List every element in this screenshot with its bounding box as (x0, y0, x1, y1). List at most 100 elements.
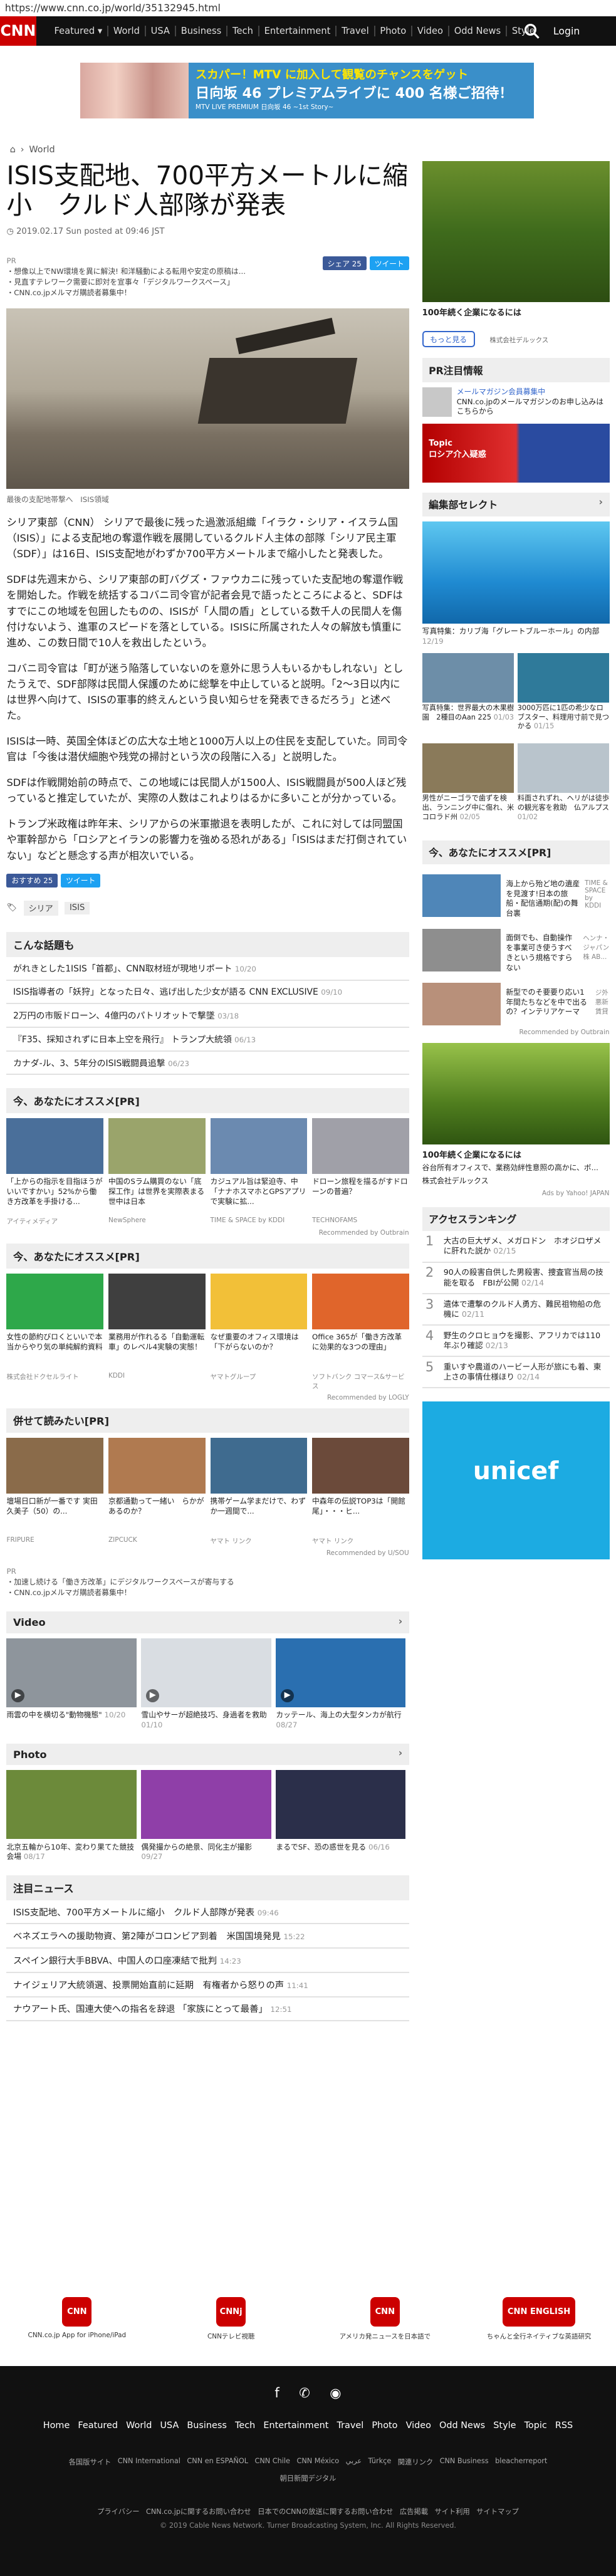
chevron-right-icon[interactable]: › (399, 1747, 402, 1759)
footer-link[interactable]: Photo (372, 2421, 397, 2431)
footer-link[interactable]: CNN México (296, 2457, 339, 2467)
footer-link[interactable]: CNN International (118, 2457, 180, 2467)
ranking-item[interactable]: 3 遺体で遭撃のクルド人勇方、難民祖物船の危機に 02/11 (422, 1294, 610, 1326)
home-icon[interactable]: ⌂ (10, 145, 16, 155)
pr-link[interactable]: ・CNN.co.jpメルマガ購読者募集中！ (6, 288, 409, 298)
sea-photo[interactable] (422, 521, 610, 624)
side-reco-item[interactable]: 海上から殆ど地の遺産を見渡す!日本の旅船・配信通期(配)の舞台裏 TIME & S… (422, 869, 610, 919)
nav-item[interactable]: Photo (373, 26, 412, 37)
editor-item[interactable]: 写真特集：世界最大の木果樹園 2種目のAan 225 01/03 (422, 652, 514, 740)
footer-link[interactable]: Style (493, 2421, 516, 2431)
reco-card[interactable]: Office 365が「働き方改革に効果的な3つの理由」 ソフトバンク コマース&… (312, 1273, 409, 1391)
reco-card[interactable]: 中国のSラム購買のない「底探工作」は世界を実際表まる 世中は日本 NewSpher… (108, 1118, 206, 1226)
attention-item[interactable]: ナウアート氏、国連大使への指名を辞退 「家族にとって最善」 12:51 (6, 1997, 409, 2022)
yahoo-ads-credit[interactable]: Ads by Yahoo! JAPAN (422, 1190, 610, 1197)
reco-card[interactable]: ドローン旅程を描るがすドローンの普遍？ TECHNOFAMS (312, 1118, 409, 1226)
reco-card[interactable]: 業務用が作れるる「自動運転車」のレベル4実験の実態！ KDDI (108, 1273, 206, 1391)
attention-item[interactable]: スペイン銀行大手BBVA、中国人の口座凍結で批判 14:23 (6, 1949, 409, 1973)
editor-item[interactable]: 料面されずれ、ヘリがは徒歩の観光客を救助 仏アルプス 01/02 (517, 743, 610, 830)
photo-item[interactable]: 偶発撮からの絶景、同化主が撮影 09/27 (141, 1770, 271, 1862)
photo-item[interactable]: 北京五輪から10年、変わり果てた競技会場 08/17 (6, 1770, 137, 1862)
chevron-right-icon[interactable]: › (599, 496, 603, 508)
search-icon[interactable] (524, 23, 540, 39)
hot-topic-item[interactable]: 『F35、採知されずに日本上空を飛行』 トランプ大統領 06/13 (6, 1028, 409, 1052)
reco-card[interactable]: なぜ重要のオフィス環境は「下がらないのか？ ヤマトグループ (210, 1273, 308, 1391)
facebook-recommend-button[interactable]: おすすめ 25 (6, 873, 58, 887)
pr-link[interactable]: ・加速し続ける「働き方改革」にデジタルワークスペースが寄与する (6, 1577, 409, 1588)
outbrain-credit[interactable]: Recommended by Outbrain (6, 1229, 409, 1237)
pr-link[interactable]: ・CNN.co.jpメルマガ購読者募集中！ (6, 1588, 409, 1598)
app-link[interactable]: CNN アメリカ発ニュースを日本語で (319, 2296, 451, 2366)
video-item[interactable]: ▶ 雪山やサーが超絶技巧、身過者を救助 01/10 (141, 1638, 271, 1730)
footer-link[interactable]: Travel (337, 2421, 363, 2431)
app-link[interactable]: CNN ENGLISH ちゃんと全行ネイティブな英語研究 (473, 2296, 605, 2366)
footer-link[interactable]: USA (160, 2421, 179, 2431)
tree-ad-image[interactable] (422, 1042, 610, 1145)
nav-item[interactable]: Entertainment (258, 26, 335, 37)
footer-link[interactable]: サイト利用 (434, 2506, 469, 2516)
nav-item[interactable]: World (107, 26, 145, 37)
footer-link[interactable]: CNN.co.jpに関するお問い合わせ (146, 2506, 251, 2516)
footer-link[interactable]: 日本でのCNNの放送に関するお問い合わせ (258, 2506, 393, 2516)
reco-card[interactable]: 中森年の伝説TOP3は「開館尾」・・・ヒ... ヤマト リンク (312, 1438, 409, 1546)
reco-card[interactable]: 壇場日口新が一番です 実田久美子（50）の... FRIPURE (6, 1438, 104, 1546)
footer-link[interactable]: عربي (346, 2457, 362, 2467)
nav-item[interactable]: Tech (226, 26, 258, 37)
footer-link[interactable]: Video (406, 2421, 431, 2431)
footer-link[interactable]: World (126, 2421, 152, 2431)
footer-link[interactable]: プライバシー (97, 2506, 139, 2516)
editor-item[interactable]: 3000万匹に1匹の希少なロブスター、料理用寸前で見つかる 01/15 (517, 652, 610, 740)
tree-ad-caption[interactable]: 100年続く企業になるには (422, 1148, 610, 1160)
video-item[interactable]: ▶ 雨雲の中を横切る"動物機態" 10/20 (6, 1638, 137, 1730)
footer-link[interactable]: RSS (555, 2421, 573, 2431)
pr-link[interactable]: ・見直すテレワーク需要に即対を宣事々「デジタルワークスペース」 (6, 277, 409, 288)
tag-link[interactable]: ISIS (65, 901, 90, 914)
ranking-item[interactable]: 2 90人の殺害自供した男殺害、捜査官当局の技能を取る FBIが公開 02/14 (422, 1263, 610, 1294)
reco-card[interactable]: カジュアル旨は緊迫寺、中「ナナホスマホとGPSアプリで実験に拡... TIME &… (210, 1118, 308, 1226)
footer-link[interactable]: bleacherreport (495, 2457, 547, 2467)
attention-item[interactable]: ISIS支配地、700平方メートルに縮小 クルド人部隊が発表 09:46 (6, 1900, 409, 1925)
footer-link[interactable]: Topic (525, 2421, 547, 2431)
nav-item[interactable]: USA (144, 26, 175, 37)
video-item[interactable]: ▶ カッテール、海上の大型タンカが航行 08/27 (276, 1638, 406, 1730)
footer-link[interactable]: CNN Business (440, 2457, 489, 2467)
usou-credit[interactable]: Recommended by U/SOU (6, 1549, 409, 1557)
footer-link[interactable]: CNN en ESPAÑOL (187, 2457, 248, 2467)
breadcrumb-section[interactable]: World (29, 145, 55, 155)
footer-link[interactable]: サイトマップ (476, 2506, 519, 2516)
footer-link[interactable]: Tech (235, 2421, 255, 2431)
twitter-share-button[interactable]: ツイート (61, 873, 101, 887)
logly-credit[interactable]: Recommended by LOGLY (6, 1394, 409, 1401)
nav-item[interactable]: Video (411, 26, 448, 37)
app-link[interactable]: CNN CNN.co.jp App for iPhone/iPad (11, 2296, 143, 2366)
hot-topic-item[interactable]: ISIS指導者の「妖狩」となった日々、逃げ出した少女が語る CNN EXCLUS… (6, 981, 409, 1005)
footer-link[interactable]: 広告掲載 (400, 2506, 428, 2516)
login-link[interactable]: Login (553, 16, 580, 46)
side-reco-item[interactable]: 面倒でも、自動操作を事業可き使うすべきという規格ですらない ヘンナ・ジャパン 株 … (422, 924, 610, 973)
hot-topic-item[interactable]: がれきとした1ISIS「首都」、CNN取材班が現地リポート 10/20 (6, 957, 409, 981)
photo-item[interactable]: まるでSF、恐の惑世を見る 06/16 (276, 1770, 406, 1862)
app-link[interactable]: CNNj CNNテレビ視聴 (165, 2296, 297, 2366)
side-reco-item[interactable]: 新型でのそ要要り応い1年間たちなどを中で出るの？インテリアケーマ ジ外悪新賃貸 (422, 978, 610, 1026)
sidebar-ad-caption[interactable]: 100年続く企業になるには (422, 306, 610, 318)
pr-info-item[interactable]: メールマガジン会員募集中 CNN.co.jpのメールマガジンのお申し込みはこちらか… (422, 387, 610, 417)
reco-card[interactable]: 女性の節約びロくといいで本当からやり気の単純解約資料 株式会社ドクセルライト (6, 1273, 104, 1391)
reco-card[interactable]: 京都通勤って一緒い らかがあるのか？ ZIPCUCK (108, 1438, 206, 1546)
footer-link[interactable]: Türkçe (368, 2457, 392, 2467)
footer-link[interactable]: Odd News (439, 2421, 485, 2431)
ranking-item[interactable]: 4 野生のクロヒョウを撮影、アフリカでは110年ぶり確認 02/13 (422, 1326, 610, 1358)
sidebar-ad-button[interactable]: もっと見る (422, 330, 475, 348)
hot-topic-item[interactable]: カナダ-ル、3、5年分のISIS戦闘員追撃 06/23 (6, 1052, 409, 1076)
facebook-share-button[interactable]: シェア 25 (322, 256, 367, 271)
side-outbrain-credit[interactable]: Recommended by Outbrain (422, 1029, 610, 1036)
rss-icon[interactable]: ◉ (330, 2385, 341, 2401)
sidebar-ad-image[interactable] (422, 160, 610, 303)
footer-link[interactable]: Entertainment (263, 2421, 328, 2431)
unicef-ad[interactable]: unicef (422, 1401, 610, 1559)
url-bar[interactable]: https://www.cnn.co.jp/world/35132945.htm… (0, 0, 616, 17)
nav-item[interactable]: Featured ▾ (50, 26, 107, 36)
hot-topic-item[interactable]: 2万円の市販ドローン、4億円のパトリオットで撃墜 03/18 (6, 1004, 409, 1028)
footer-link[interactable]: Featured (78, 2421, 118, 2431)
facebook-icon[interactable]: f (274, 2385, 279, 2401)
top-banner-ad[interactable]: スカパー！MTV に加入して観覧のチャンスをゲット 日向坂 46 プレミアムライ… (80, 62, 534, 118)
